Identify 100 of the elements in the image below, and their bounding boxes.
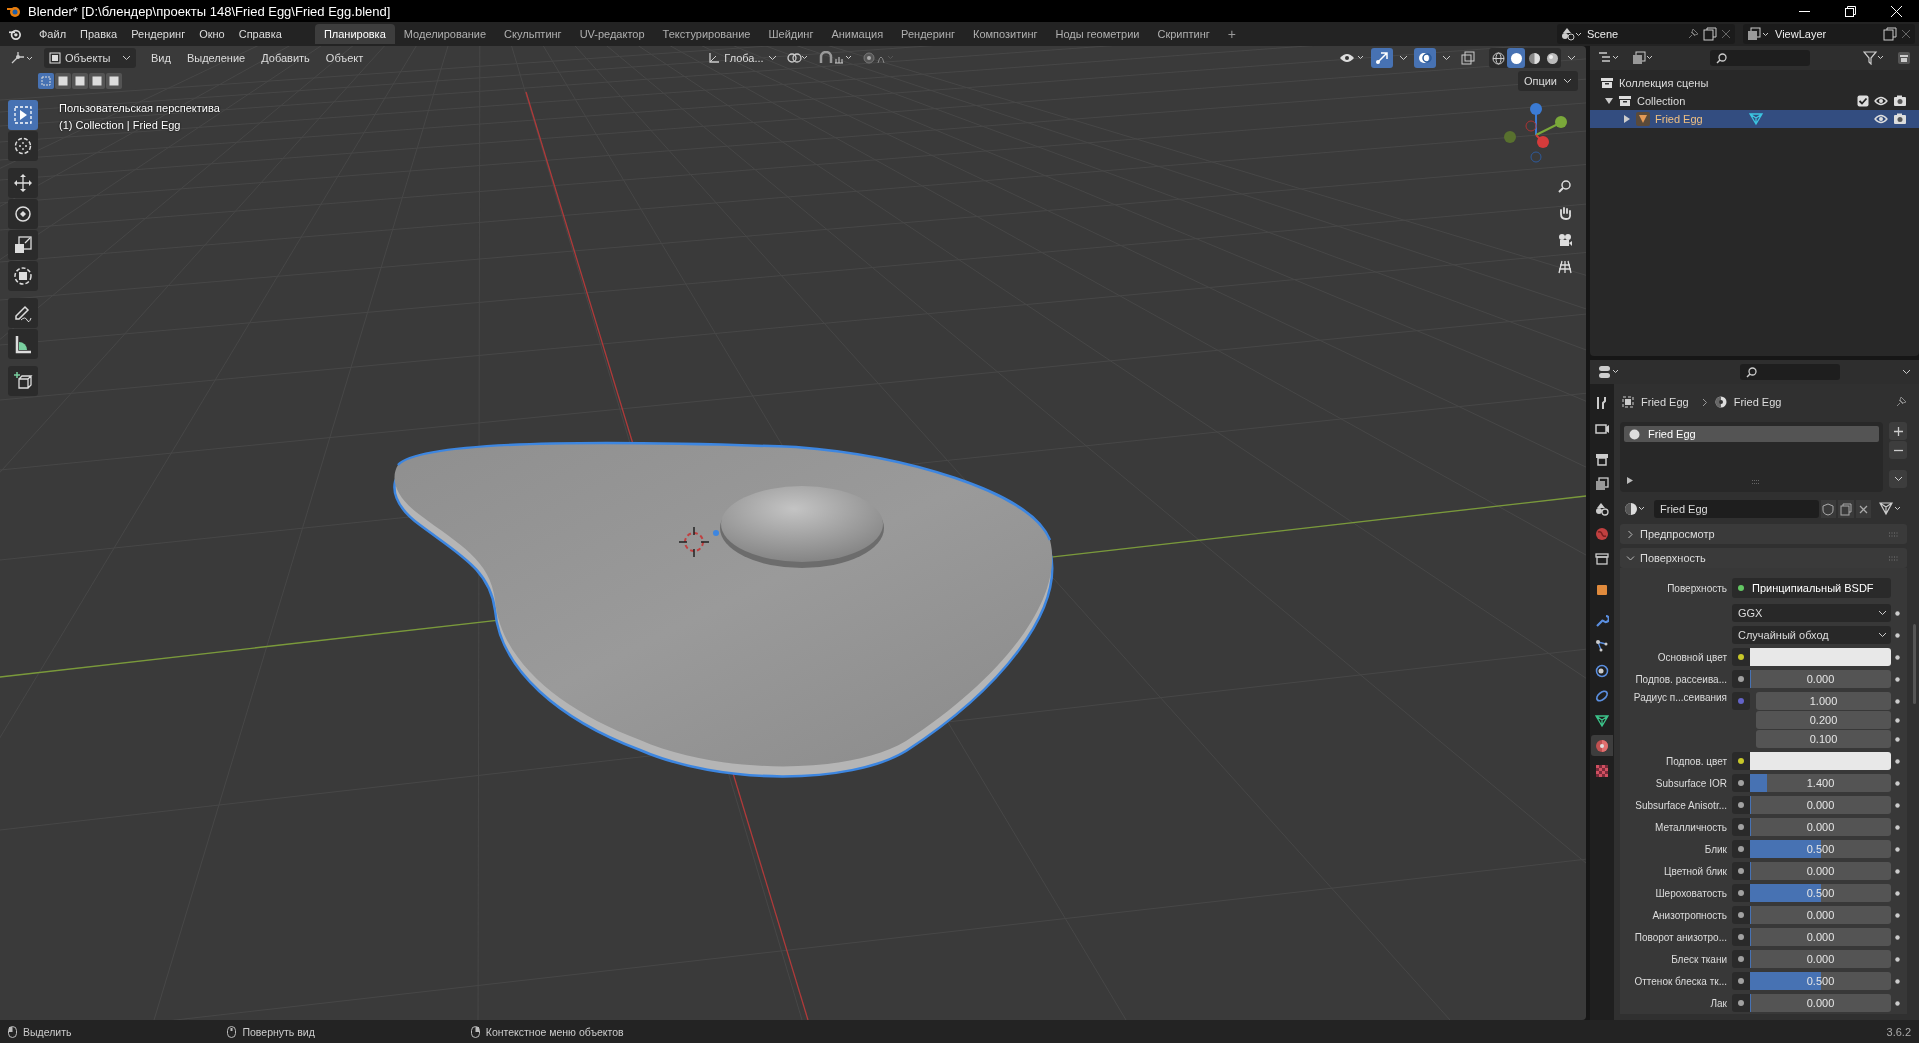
menu-item[interactable]: Окно: [192, 24, 232, 44]
search-field[interactable]: [1740, 364, 1840, 380]
dropdown[interactable]: GGX: [1732, 604, 1891, 622]
socket-button[interactable]: [1732, 648, 1750, 666]
tool-button[interactable]: [8, 100, 38, 130]
drag-grip-icon[interactable]: [1889, 555, 1899, 561]
keyframe-dot-icon[interactable]: [1894, 912, 1900, 918]
checkbox[interactable]: [1857, 95, 1869, 107]
selection-mode-button[interactable]: [55, 73, 71, 89]
vector-field[interactable]: 1.000: [1756, 692, 1891, 710]
unlink-button[interactable]: [1855, 500, 1871, 518]
keyframe-dot-icon[interactable]: [1894, 846, 1900, 852]
keyframe-dot-icon[interactable]: [1894, 956, 1900, 962]
keyframe-dot-icon[interactable]: [1894, 632, 1900, 638]
selection-mode-button[interactable]: [106, 73, 122, 89]
workspace-tab[interactable]: Скриптинг: [1148, 24, 1219, 44]
keyframe-dot-icon[interactable]: [1894, 717, 1900, 723]
tool-button[interactable]: [8, 329, 38, 359]
workspace-tab[interactable]: Планировка: [314, 24, 395, 44]
keyframe-dot-icon[interactable]: [1894, 978, 1900, 984]
duplicate-button[interactable]: [1838, 500, 1854, 518]
camera-icon[interactable]: [1893, 113, 1907, 125]
menu-item[interactable]: Справка: [231, 24, 289, 44]
keyframe-dot-icon[interactable]: [1894, 610, 1900, 616]
keyframe-dot-icon[interactable]: [1894, 654, 1900, 660]
keyframe-dot-icon[interactable]: [1894, 758, 1900, 764]
workspace-tab[interactable]: Ноды геометрии: [1046, 24, 1149, 44]
mode-dropdown[interactable]: Объекты: [44, 48, 136, 68]
socket-button[interactable]: [1732, 950, 1750, 968]
number-slider[interactable]: 0.000: [1750, 796, 1891, 814]
material-slot[interactable]: Fried Egg: [1624, 426, 1879, 442]
overlays-toggle[interactable]: [1414, 48, 1436, 68]
selection-mode-button[interactable]: [72, 73, 88, 89]
tool-button[interactable]: [8, 168, 38, 198]
tool-button[interactable]: [8, 131, 38, 161]
panel-header[interactable]: Предпросмотр: [1620, 524, 1907, 544]
vector-field[interactable]: 0.200: [1756, 711, 1891, 729]
keyframe-dot-icon[interactable]: [1894, 824, 1900, 830]
add-workspace-button[interactable]: +: [1218, 24, 1245, 44]
socket-button[interactable]: [1732, 752, 1750, 770]
keyframe-dot-icon[interactable]: [1894, 736, 1900, 742]
keyframe-dot-icon[interactable]: [1894, 698, 1900, 704]
keyframe-dot-icon[interactable]: [1894, 868, 1900, 874]
socket-button[interactable]: [1732, 884, 1750, 902]
number-slider[interactable]: 0.000: [1750, 950, 1891, 968]
vector-field[interactable]: 0.100: [1756, 730, 1891, 748]
menu-item[interactable]: Правка: [73, 24, 125, 44]
keyframe-dot-icon[interactable]: [1894, 1000, 1900, 1006]
menu-item[interactable]: Файл: [32, 24, 74, 44]
outliner-row[interactable]: Collection: [1590, 92, 1919, 110]
socket-button[interactable]: [1732, 862, 1750, 880]
socket-button[interactable]: [1732, 972, 1750, 990]
workspace-tab[interactable]: Композитинг: [964, 24, 1047, 44]
eye-icon[interactable]: [1874, 96, 1888, 106]
workspace-tab[interactable]: Скульптинг: [495, 24, 571, 44]
menu-item[interactable]: Рендеринг: [124, 24, 193, 44]
color-swatch[interactable]: [1750, 752, 1891, 770]
socket-button[interactable]: [1732, 796, 1750, 814]
outliner-row[interactable]: Fried Egg: [1590, 110, 1919, 128]
slot-menu-button[interactable]: [1889, 470, 1907, 488]
drag-grip-icon[interactable]: [1889, 531, 1899, 537]
tool-button[interactable]: [8, 366, 38, 396]
pin-icon[interactable]: [1895, 396, 1907, 408]
resize-grip-icon[interactable]: [1751, 480, 1760, 484]
socket-button[interactable]: [1732, 928, 1750, 946]
expand-arrow-icon[interactable]: [1627, 477, 1633, 484]
menu-item[interactable]: Добавить: [254, 48, 317, 68]
outliner-row[interactable]: Коллекция сцены: [1590, 74, 1919, 92]
socket-button[interactable]: [1732, 840, 1750, 858]
shader-selector[interactable]: Принципиальный BSDF: [1732, 578, 1891, 598]
add-slot-button[interactable]: [1889, 422, 1907, 440]
selection-mode-button[interactable]: [89, 73, 105, 89]
material-name-field[interactable]: Fried Egg: [1654, 500, 1819, 518]
eye-icon[interactable]: [1874, 114, 1888, 124]
workspace-tab[interactable]: Шейдинг: [759, 24, 823, 44]
dropdown[interactable]: Случайный обход: [1732, 626, 1891, 644]
menu-item[interactable]: Выделение: [179, 48, 253, 68]
number-slider[interactable]: 0.000: [1750, 862, 1891, 880]
workspace-tab[interactable]: Моделирование: [394, 24, 496, 44]
keyframe-dot-icon[interactable]: [1894, 802, 1900, 808]
keyframe-dot-icon[interactable]: [1894, 676, 1900, 682]
keyframe-dot-icon[interactable]: [1894, 890, 1900, 896]
camera-icon[interactable]: [1893, 95, 1907, 107]
number-slider[interactable]: 1.400: [1750, 774, 1891, 792]
mesh-data-icon[interactable]: [1747, 112, 1764, 126]
number-slider[interactable]: 0.000: [1750, 928, 1891, 946]
number-slider[interactable]: 0.000: [1750, 994, 1891, 1012]
properties-tab[interactable]: [1591, 735, 1613, 756]
view-layer-selector[interactable]: ViewLayer: [1743, 24, 1915, 44]
workspace-tab[interactable]: Текстурирование: [653, 24, 760, 44]
color-swatch[interactable]: [1750, 648, 1891, 666]
collapse-arrow-icon[interactable]: [1605, 97, 1613, 105]
orientation-dropdown[interactable]: Глоба...: [704, 48, 781, 68]
tool-button[interactable]: [8, 230, 38, 260]
socket-button[interactable]: [1732, 774, 1750, 792]
socket-button[interactable]: [1732, 670, 1750, 688]
shading-button[interactable]: [1507, 48, 1525, 68]
remove-slot-button[interactable]: [1889, 441, 1907, 459]
socket-button[interactable]: [1732, 818, 1750, 836]
number-slider[interactable]: 0.000: [1750, 818, 1891, 836]
